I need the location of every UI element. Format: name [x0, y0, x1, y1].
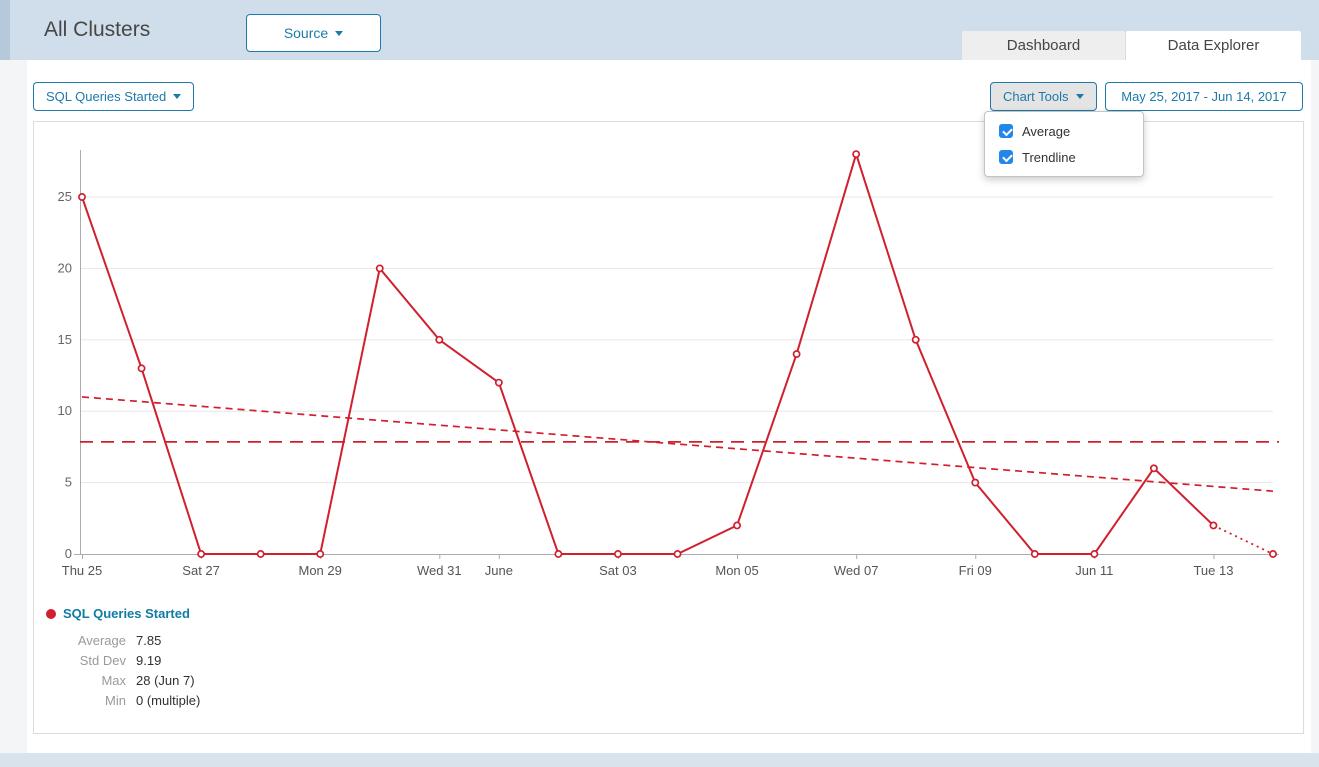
stat-row-min: Min 0 (multiple) [34, 690, 200, 710]
stat-row-max: Max 28 (Jun 7) [34, 670, 200, 690]
caret-down-icon [335, 31, 343, 36]
chart-tools-button[interactable]: Chart Tools [990, 82, 1097, 111]
menu-item-label: Trendline [1022, 150, 1076, 165]
chart-canvas[interactable]: 0 5 10 15 20 25 Thu 25 Sat 27 Mon 29 Wed 31 June Sa… [34, 122, 1303, 584]
svg-text:June: June [485, 563, 513, 578]
series-color-dot-icon [46, 609, 56, 619]
stat-value: 0 (multiple) [136, 693, 200, 708]
caret-down-icon [173, 94, 181, 99]
svg-text:Fri 09: Fri 09 [959, 563, 992, 578]
caret-down-icon [1076, 94, 1084, 99]
stat-row-stddev: Std Dev 9.19 [34, 650, 200, 670]
stat-value: 9.19 [136, 653, 161, 668]
svg-text:20: 20 [58, 260, 72, 275]
svg-text:10: 10 [58, 403, 72, 418]
footer-band [0, 753, 1319, 767]
menu-item-label: Average [1022, 124, 1070, 139]
chart-tools-label: Chart Tools [1003, 89, 1069, 104]
page-title: All Clusters [44, 0, 150, 60]
svg-text:25: 25 [58, 189, 72, 204]
svg-text:Sat 03: Sat 03 [599, 563, 637, 578]
stat-label: Min [34, 693, 126, 708]
svg-text:Jun 11: Jun 11 [1075, 563, 1113, 578]
svg-text:Wed 31: Wed 31 [417, 563, 462, 578]
svg-text:Mon 05: Mon 05 [715, 563, 758, 578]
menu-item-average[interactable]: Average [985, 118, 1143, 144]
chart-tools-menu: Average Trendline [984, 111, 1144, 177]
svg-text:0: 0 [65, 546, 72, 561]
stat-value: 28 (Jun 7) [136, 673, 195, 688]
svg-text:5: 5 [65, 475, 72, 490]
source-button[interactable]: Source [246, 14, 381, 52]
metric-select-label: SQL Queries Started [46, 89, 166, 104]
chart-panel: 0 5 10 15 20 25 Thu 25 Sat 27 Mon 29 Wed 31 June Sa… [33, 121, 1304, 734]
date-range-button[interactable]: May 25, 2017 - Jun 14, 2017 [1105, 82, 1303, 111]
svg-text:15: 15 [58, 332, 72, 347]
svg-text:Tue 13: Tue 13 [1193, 563, 1233, 578]
svg-text:Thu 25: Thu 25 [62, 563, 102, 578]
chart-legend: SQL Queries Started [46, 606, 190, 621]
svg-text:Sat 27: Sat 27 [182, 563, 220, 578]
header-left-strip [0, 0, 10, 60]
menu-item-trendline[interactable]: Trendline [985, 144, 1143, 170]
svg-text:Wed 07: Wed 07 [834, 563, 879, 578]
stat-value: 7.85 [136, 633, 161, 648]
stat-row-average: Average 7.85 [34, 630, 200, 650]
app-header: All Clusters Source Dashboard Data Explo… [0, 0, 1319, 60]
series-stats: Average 7.85 Std Dev 9.19 Max 28 (Jun 7)… [34, 630, 200, 710]
source-button-label: Source [284, 25, 328, 41]
svg-text:Mon 29: Mon 29 [299, 563, 342, 578]
tab-data-explorer[interactable]: Data Explorer [1126, 31, 1301, 60]
average-checkbox[interactable] [999, 124, 1013, 138]
stat-label: Average [34, 633, 126, 648]
tab-dashboard[interactable]: Dashboard [962, 31, 1125, 60]
metric-select-button[interactable]: SQL Queries Started [33, 82, 194, 111]
legend-series-label: SQL Queries Started [63, 606, 190, 621]
trendline-checkbox[interactable] [999, 150, 1013, 164]
stat-label: Max [34, 673, 126, 688]
stat-label: Std Dev [34, 653, 126, 668]
